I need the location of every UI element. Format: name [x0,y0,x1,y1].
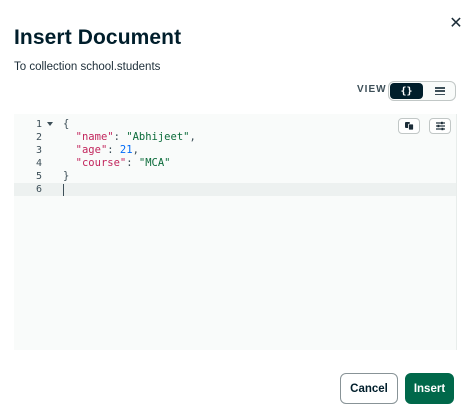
code-line-name: "name": "Abhijeet", [63,131,196,144]
line-number-gutter: 1 2 3 4 5 6 [14,118,42,196]
separator: : [107,144,120,156]
code-line-close: } [63,170,196,183]
open-brace: { [63,118,70,130]
json-value-course: "MCA" [138,157,171,169]
text-cursor [63,184,64,196]
settings-sliders-icon [435,121,445,131]
line-number: 2 [35,132,42,143]
modal-title: Insert Document [14,26,182,49]
code-line-age: "age": 21, [63,144,196,157]
trailing-comma: , [189,131,196,143]
cancel-button[interactable]: Cancel [340,373,398,404]
copy-icon [404,122,414,131]
insert-document-modal: ✕ Insert Document To collection school.s… [0,0,474,420]
json-editor[interactable]: 1 2 3 4 5 6 { "name": "Abhijeet", "age":… [14,114,457,350]
line-number: 4 [35,158,42,169]
code-line-open: { [63,118,196,131]
json-key-name: "name" [75,131,114,143]
format-button[interactable] [429,118,451,134]
line-number: 6 [35,184,42,195]
code-line-course: "course": "MCA" [63,157,196,170]
list-icon [435,87,445,95]
line-number: 5 [35,171,42,182]
insert-button[interactable]: Insert [405,373,454,404]
line-number: 1 [35,119,42,130]
list-view-button[interactable] [425,83,455,99]
close-brace: } [63,170,70,182]
close-icon[interactable]: ✕ [449,16,463,32]
json-value-name: "Abhijeet" [126,131,190,143]
view-toggle: {} [388,81,456,101]
code-area[interactable]: { "name": "Abhijeet", "age": 21, "course… [63,118,196,196]
fold-arrow-icon[interactable] [47,122,53,126]
json-view-button[interactable]: {} [390,83,423,99]
trailing-comma: , [132,144,139,156]
separator: : [113,131,127,143]
separator: : [126,157,139,169]
view-label: VIEW [357,84,387,95]
modal-subtitle: To collection school.students [14,61,161,73]
json-value-age: 21 [119,144,133,156]
json-key-course: "course" [75,157,127,169]
line-number: 3 [35,145,42,156]
copy-button[interactable] [398,118,420,134]
json-key-age: "age" [75,144,108,156]
